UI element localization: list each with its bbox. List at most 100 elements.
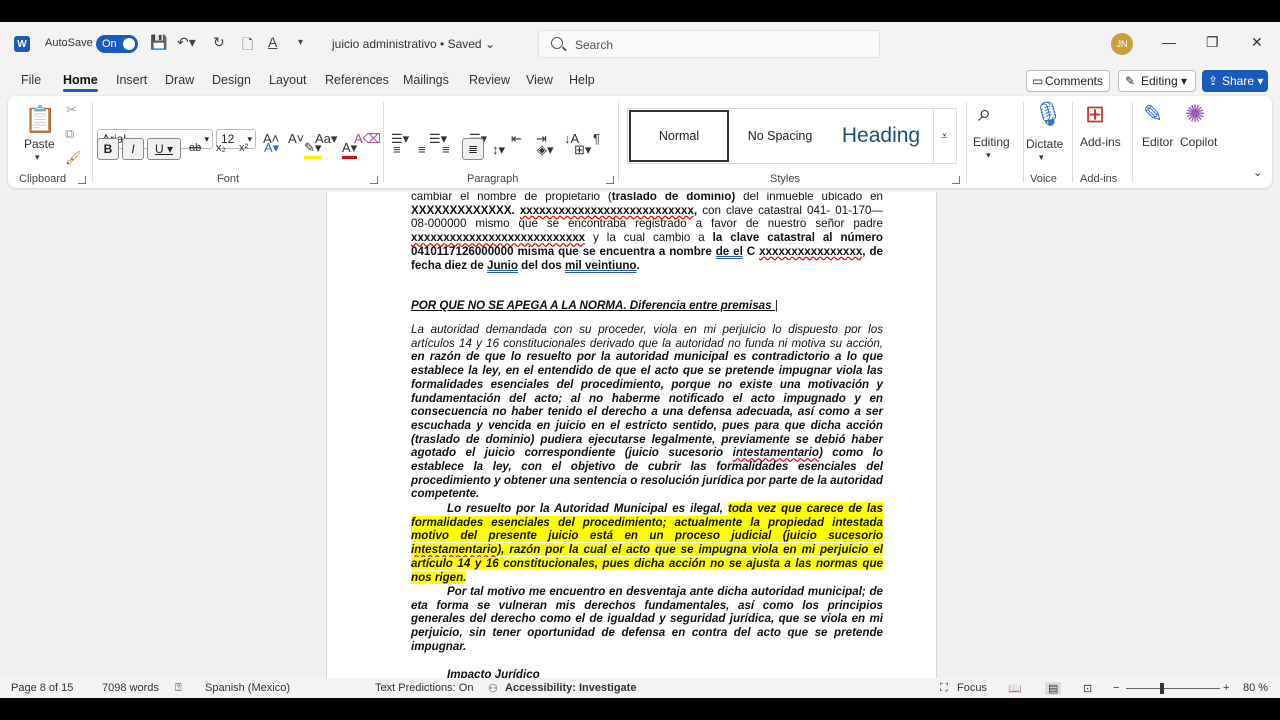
microphone-icon[interactable]: 🎙 bbox=[1033, 100, 1063, 129]
subscript-icon[interactable]: x₂ bbox=[216, 142, 226, 154]
tab-design[interactable]: Design bbox=[212, 73, 251, 87]
new-document-icon[interactable]: 🗋 bbox=[242, 34, 253, 58]
align-left-icon[interactable]: ≡ bbox=[393, 142, 401, 157]
styles-launcher-icon[interactable] bbox=[952, 176, 960, 184]
superscript-icon[interactable]: x² bbox=[239, 142, 248, 154]
paste-dropdown-icon[interactable]: ▾ bbox=[35, 152, 40, 163]
search-icon bbox=[551, 37, 563, 49]
tab-file[interactable]: File bbox=[21, 73, 41, 87]
editing-mode-button[interactable]: ✎ Editing ▾ bbox=[1118, 70, 1196, 92]
paragraph-launcher-icon[interactable] bbox=[606, 176, 614, 184]
style-no-spacing[interactable]: No Spacing bbox=[730, 109, 830, 163]
editor-icon[interactable]: ✎ bbox=[1143, 100, 1163, 129]
document-page[interactable]: cambiar el nombre de propietario (trasla… bbox=[326, 192, 937, 678]
tab-help[interactable]: Help bbox=[569, 73, 595, 87]
style-heading[interactable]: Heading bbox=[831, 109, 931, 163]
clear-formatting-icon[interactable]: A⌫ bbox=[354, 131, 381, 147]
text-effects-icon[interactable]: A▾ bbox=[264, 140, 279, 156]
read-mode-icon[interactable]: 📖 bbox=[1008, 682, 1022, 695]
align-right-icon[interactable]: ≡ bbox=[442, 142, 450, 157]
paste-icon[interactable]: 📋 bbox=[24, 104, 56, 135]
accessibility-status[interactable]: Accessibility: Investigate bbox=[505, 682, 636, 694]
line-spacing-icon[interactable]: ↕▾ bbox=[492, 142, 505, 158]
tab-insert[interactable]: Insert bbox=[116, 73, 147, 87]
focus-mode-button[interactable]: Focus bbox=[957, 682, 987, 694]
cut-icon[interactable]: ✂ bbox=[66, 102, 77, 118]
undo-icon[interactable]: ↶▾ bbox=[177, 34, 196, 51]
strikethrough-icon[interactable]: ab bbox=[189, 142, 201, 154]
redo-icon[interactable]: ↻ bbox=[213, 34, 225, 51]
justify-button[interactable]: ≣ bbox=[462, 138, 484, 160]
page-count[interactable]: Page 8 of 15 bbox=[11, 682, 73, 694]
chevron-down-icon[interactable]: ▾ bbox=[986, 150, 991, 161]
chevron-down-icon: ▾ bbox=[204, 134, 209, 144]
language-status[interactable]: Spanish (Mexico) bbox=[205, 682, 290, 694]
highlight-icon[interactable]: ✎▾ bbox=[304, 140, 322, 159]
shrink-font-icon[interactable]: A˅ bbox=[288, 131, 304, 146]
tab-layout[interactable]: Layout bbox=[269, 73, 307, 87]
search-box[interactable]: Search bbox=[538, 30, 880, 58]
addins-icon[interactable]: ⊞ bbox=[1085, 100, 1105, 129]
tab-draw[interactable]: Draw bbox=[165, 73, 194, 87]
save-icon[interactable]: 💾 bbox=[150, 34, 167, 51]
paste-label[interactable]: Paste bbox=[24, 137, 55, 151]
word-count[interactable]: 7098 words bbox=[102, 682, 159, 694]
web-layout-icon[interactable]: ⊡ bbox=[1083, 682, 1092, 695]
editor-button[interactable]: Editor bbox=[1142, 135, 1173, 149]
collapse-ribbon-icon[interactable]: ⌄ bbox=[1253, 166, 1262, 179]
paragraph-violation: La autoridad demandada con su proceder, … bbox=[411, 323, 883, 501]
print-layout-icon[interactable]: ▤ bbox=[1045, 682, 1062, 695]
align-center-icon[interactable]: ≡ bbox=[418, 142, 426, 157]
comment-icon: ▭ bbox=[1032, 74, 1044, 88]
editing-group-button[interactable]: Editing bbox=[973, 135, 1010, 149]
addins-group-label: Add-ins bbox=[1080, 173, 1118, 185]
restore-icon[interactable]: ❐ bbox=[1206, 34, 1219, 51]
share-button[interactable]: ⇪ Share ▾ bbox=[1202, 70, 1268, 92]
copilot-button[interactable]: Copilot bbox=[1180, 135, 1217, 149]
copy-icon[interactable]: ⧉ bbox=[65, 126, 74, 142]
tab-mailings[interactable]: Mailings bbox=[403, 73, 449, 87]
bold-button[interactable]: B bbox=[97, 138, 119, 160]
minimize-icon[interactable]: — bbox=[1162, 34, 1176, 50]
tab-references[interactable]: References bbox=[325, 73, 389, 87]
autosave-label: AutoSave bbox=[45, 37, 93, 49]
pencil-icon: ✎ bbox=[1125, 74, 1136, 88]
autosave-toggle[interactable]: On bbox=[96, 35, 138, 53]
paragraph-illegal: Lo resuelto por la Autoridad Municipal e… bbox=[411, 502, 884, 584]
text-run: Impacto Jurídico bbox=[447, 668, 540, 678]
borders-icon[interactable]: ⊞▾ bbox=[574, 142, 591, 158]
tab-view[interactable]: View bbox=[526, 73, 553, 87]
tab-home[interactable]: Home bbox=[63, 73, 98, 92]
chevron-down-icon[interactable]: ▾ bbox=[1039, 152, 1044, 163]
font-color-icon[interactable]: A▾ bbox=[342, 140, 358, 159]
text-run: del inmueble ubicado en bbox=[735, 192, 883, 203]
avatar[interactable]: JN bbox=[1111, 33, 1133, 55]
shading-icon[interactable]: ◈▾ bbox=[537, 142, 554, 158]
zoom-out-icon[interactable]: − bbox=[1113, 682, 1119, 694]
customize-qat-icon[interactable]: ▾ bbox=[298, 37, 303, 48]
zoom-in-icon[interactable]: + bbox=[1223, 682, 1229, 694]
copilot-icon[interactable]: ✺ bbox=[1185, 100, 1205, 129]
clipboard-launcher-icon[interactable] bbox=[78, 176, 86, 184]
style-normal[interactable]: Normal bbox=[629, 110, 729, 162]
tab-review[interactable]: Review bbox=[469, 73, 510, 87]
addins-button[interactable]: Add-ins bbox=[1080, 135, 1121, 149]
comments-button[interactable]: ▭ Comments bbox=[1026, 70, 1110, 92]
decrease-indent-icon[interactable]: ⇤ bbox=[511, 131, 522, 147]
dictate-button[interactable]: Dictate bbox=[1026, 137, 1063, 151]
zoom-slider[interactable] bbox=[1126, 688, 1220, 689]
font-color-qat-icon[interactable]: A bbox=[268, 34, 277, 50]
document-title[interactable]: juicio administrativo • Saved ⌄ bbox=[332, 37, 495, 51]
format-painter-icon[interactable]: 🖌 bbox=[65, 150, 82, 166]
proofing-icon[interactable]: ⍰ bbox=[175, 682, 182, 695]
styles-more-button[interactable]: ⩡ bbox=[933, 109, 955, 163]
show-marks-icon[interactable]: ¶ bbox=[593, 131, 600, 146]
zoom-level[interactable]: 80 % bbox=[1243, 682, 1268, 694]
font-launcher-icon[interactable] bbox=[370, 176, 378, 184]
close-icon[interactable]: ✕ bbox=[1251, 34, 1263, 51]
find-icon[interactable]: ⌕ bbox=[978, 100, 991, 128]
text-predictions-status[interactable]: Text Predictions: On bbox=[375, 682, 473, 694]
underline-button[interactable]: U ▾ bbox=[147, 138, 181, 160]
italic-button[interactable]: I bbox=[122, 138, 144, 160]
zoom-slider-thumb[interactable] bbox=[1160, 683, 1164, 694]
